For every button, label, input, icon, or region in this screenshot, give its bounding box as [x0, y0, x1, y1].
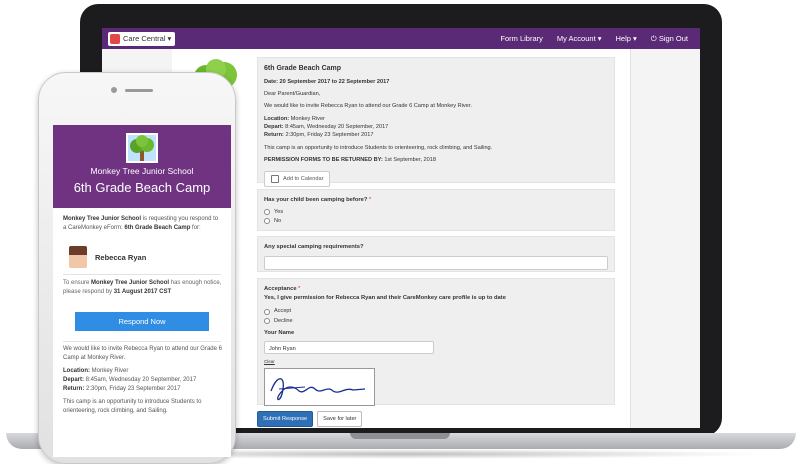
radio-circle-icon [264, 208, 270, 215]
radio-circle-icon [264, 308, 270, 315]
form-invite-text: We would like to invite Rebecca Ryan to … [264, 103, 472, 110]
special-requirements-input[interactable] [264, 255, 608, 270]
avatar [69, 246, 87, 268]
top-navbar: Care Central ▾ Form Library My Account ▾… [102, 28, 700, 49]
return-label: Return: [264, 132, 284, 139]
location-value: Monkey River [289, 115, 325, 122]
radio-decline[interactable]: Decline [264, 317, 608, 325]
radio-decline-label: Decline [274, 317, 293, 324]
depart-label: Depart: [63, 377, 85, 383]
permission-value: 1st September, 2018 [382, 157, 437, 164]
carecentral-logo-icon [110, 33, 120, 44]
nav-form-library[interactable]: Form Library [500, 34, 543, 44]
add-to-calendar-label: Add to Calendar [283, 175, 324, 182]
return-value: 2:30pm, Friday 23 September 2017 [283, 132, 374, 139]
location-label: Location: [63, 368, 90, 374]
phone-screen: Monkey Tree Junior School 6th Grade Beac… [53, 125, 231, 457]
clear-signature-link[interactable]: Clear [264, 359, 608, 366]
person-name: Rebecca Ryan [95, 252, 147, 262]
save-for-later-button[interactable]: Save for later [317, 411, 363, 427]
radio-circle-icon [264, 218, 270, 225]
brand-label: Care Central [123, 34, 166, 43]
phone-request-text: Monkey Tree Junior School is requesting … [63, 215, 223, 232]
phone-frame: Monkey Tree Junior School 6th Grade Beac… [38, 72, 236, 464]
nav-help[interactable]: Help ▾ [616, 34, 637, 44]
phone-description: This camp is an opportunity to introduce… [63, 399, 202, 414]
phone-invite-text: We would like to invite Rebecca Ryan to … [63, 346, 222, 361]
acceptance-label: Acceptance [264, 286, 297, 292]
phone-header: Monkey Tree Junior School 6th Grade Beac… [53, 125, 231, 208]
nav-sign-out[interactable]: ⏻ Sign Out [651, 34, 688, 44]
submit-response-button[interactable]: Submit Response [257, 411, 314, 427]
location-label: Location: [264, 115, 290, 122]
signature-pad[interactable] [264, 367, 375, 406]
ensure-school: Monkey Tree Junior School [91, 280, 170, 286]
form-description: This camp is an opportunity to introduce… [264, 144, 493, 151]
depart-value: 8:45am, Wednesday 20 September, 2017 [84, 377, 197, 383]
depart-label: Depart: [264, 124, 284, 131]
return-value: 2:30pm, Friday 23 September 2017 [84, 386, 181, 392]
request-tail: for: [190, 224, 201, 231]
phone-school-name: Monkey Tree Junior School [90, 166, 194, 176]
request-school: Monkey Tree Junior School [63, 216, 142, 222]
divider [63, 341, 221, 342]
phone-form-title: 6th Grade Beach Camp [73, 180, 211, 195]
phone-ensure-text: To ensure Monkey Tree Junior School has … [63, 279, 223, 296]
permission-label: PERMISSION FORMS TO BE RETURNED BY: [264, 157, 383, 164]
school-tree-logo-icon [126, 133, 158, 163]
right-gutter [630, 49, 700, 428]
calendar-icon [271, 174, 279, 183]
phone-speaker [125, 89, 153, 92]
radio-accept[interactable]: Accept [264, 307, 608, 315]
form-info-card: 6th Grade Beach Camp Date: 20 September … [257, 57, 615, 188]
required-marker: * [368, 197, 372, 203]
nav-my-account[interactable]: My Account ▾ [557, 34, 602, 44]
radio-accept-label: Accept [274, 308, 292, 315]
radio-yes-label: Yes [274, 208, 284, 215]
acceptance-statement: Yes, I give permission for Rebecca Ryan … [264, 294, 506, 301]
form-greeting: Dear Parent/Guardian, [264, 90, 321, 97]
add-to-calendar-button[interactable]: Add to Calendar [264, 170, 331, 188]
radio-no-label: No [274, 218, 282, 225]
question-camping-before: Has your child been camping before? * Ye… [257, 189, 615, 231]
question-special-requirements: Any special camping requirements? [257, 236, 615, 272]
return-label: Return: [63, 386, 85, 392]
laptop-notch [350, 433, 450, 439]
signature-scribble-icon [270, 377, 366, 400]
your-name-input[interactable]: John Ryan [264, 340, 434, 354]
phone-person: Rebecca Ryan [69, 246, 146, 268]
ensure-pre: To ensure [63, 280, 92, 286]
acceptance-card: Acceptance * Yes, I give permission for … [257, 278, 615, 406]
q1-label: Has your child been camping before? [264, 197, 368, 203]
your-name-label: Your Name [264, 330, 295, 337]
request-form: 6th Grade Beach Camp [124, 224, 191, 231]
required-marker: * [298, 286, 301, 292]
q2-label: Any special camping requirements? [264, 244, 364, 250]
form-date: Date: 20 September 2017 to 22 September … [264, 78, 390, 85]
radio-no[interactable]: No [264, 217, 608, 225]
respond-now-button[interactable]: Respond Now [75, 312, 209, 331]
form-main: 6th Grade Beach Camp Date: 20 September … [172, 49, 630, 428]
location-value: Monkey River [90, 368, 129, 374]
ensure-date: 31 August 2017 CST [113, 288, 172, 295]
depart-value: 8:45am, Wednesday 20 September, 2017 [283, 124, 389, 131]
brand-dropdown[interactable]: Care Central ▾ [108, 31, 176, 46]
phone-details: We would like to invite Rebecca Ryan to … [63, 345, 223, 416]
divider [63, 274, 221, 275]
phone-camera-icon [111, 87, 117, 93]
chevron-down-icon: ▾ [167, 34, 172, 43]
form-title: 6th Grade Beach Camp [264, 65, 342, 72]
radio-yes[interactable]: Yes [264, 208, 608, 216]
radio-circle-icon [264, 317, 270, 324]
